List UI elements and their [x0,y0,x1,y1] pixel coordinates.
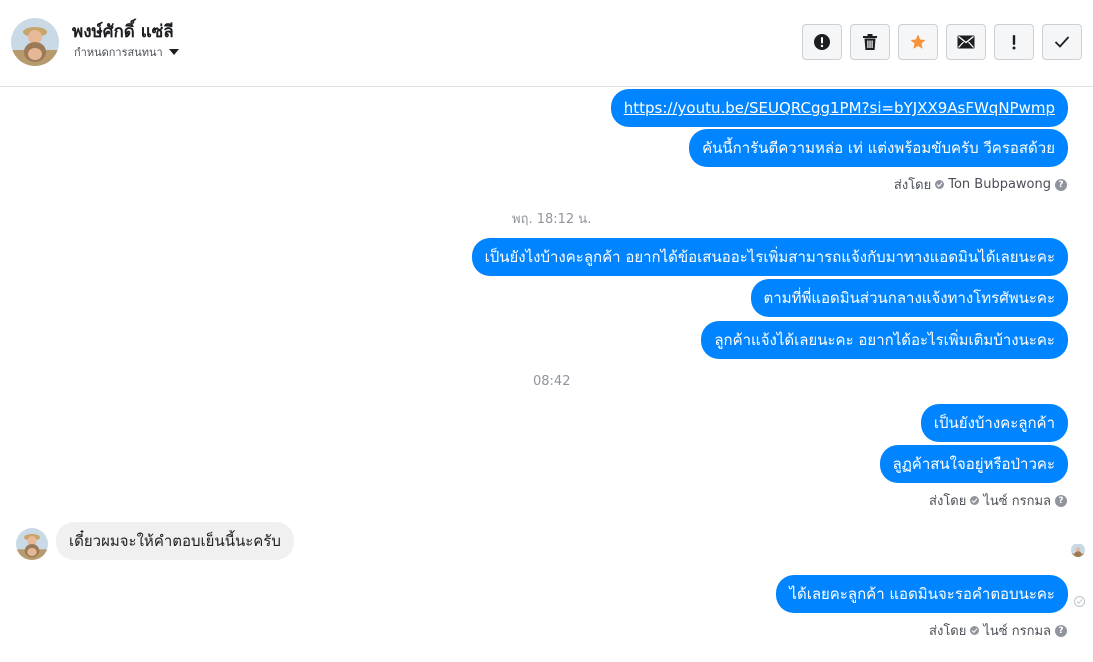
outgoing-message[interactable]: คันนี้การันตีความหล่อ เท่ แต่งพร้อมขับคร… [689,129,1068,167]
timestamp: 08:42 [533,374,571,389]
help-icon[interactable]: ? [1055,494,1067,507]
delete-button[interactable] [850,24,890,60]
conversation-toolbar [802,24,1082,60]
checkmark-icon [1054,36,1070,48]
sent-by-label: ส่งโดย ไนซ์ กรกมล ? [929,490,1067,511]
outgoing-message[interactable]: ลูกค้าแจ้งได้เลยนะคะ อยากได้อะไรเพิ่มเติ… [701,321,1068,359]
assign-label: กำหนดการสนทนา [74,46,163,59]
outgoing-message[interactable]: ตามที่พี่แอดมินส่วนกลางแจ้งทางโทรศัพนะคะ [750,279,1068,317]
seen-avatar [1071,543,1085,557]
conversation-header: พงษ์ศักดิ์ แซ่ลี กำหนดการสนทนา [0,0,1093,87]
agent-name: ไนซ์ กรกมล [983,494,1051,509]
agent-name: ไนซ์ กรกมล [983,624,1051,639]
outgoing-message[interactable]: เป็นยังไงบ้างคะลูกค้า อยากได้ข้อเสนออะไร… [471,238,1068,276]
help-icon[interactable]: ? [1055,178,1067,191]
caret-down-icon [168,49,179,55]
sent-status-icon [1074,596,1085,607]
outgoing-message[interactable]: https://youtu.be/SEUQRCgg1PM?si=bYJXX9As… [610,89,1068,127]
verified-icon [970,496,980,505]
verified-icon [935,180,945,189]
contact-name: พงษ์ศักดิ์ แซ่ลี [72,22,174,42]
follow-up-button[interactable] [994,24,1034,60]
exclamation-icon [1012,35,1016,50]
mark-done-button[interactable] [1042,24,1082,60]
outgoing-message[interactable]: เป็นยังบ้างคะลูกค้า [920,404,1068,442]
incoming-message[interactable]: เดี๋ยวผมจะให้คำตอบเย็นนี้นะครับ [56,522,294,560]
assign-conversation-dropdown[interactable]: กำหนดการสนทนา [74,43,179,61]
verified-icon [970,626,980,635]
star-button[interactable] [898,24,938,60]
message-link[interactable]: https://youtu.be/SEUQRCgg1PM?si=bYJXX9As… [624,99,1055,117]
mark-unread-button[interactable] [946,24,986,60]
help-icon[interactable]: ? [1055,624,1067,637]
contact-avatar-small [16,528,48,560]
envelope-icon [957,35,975,49]
outgoing-message[interactable]: ได้เลยคะลูกค้า แอดมินจะรอคำตอบนะคะ [776,575,1068,613]
star-icon [910,34,926,49]
alert-circle-icon [814,34,830,50]
trash-icon [863,34,877,50]
report-spam-button[interactable] [802,24,842,60]
outgoing-message[interactable]: ลูฏค้าสนใจอยู่หรือป่าวคะ [879,445,1068,483]
sent-by-label: ส่งโดย Ton Bubpawong ? [894,174,1067,195]
contact-avatar[interactable] [11,18,59,66]
timestamp: พฤ. 18:12 น. [512,212,592,227]
sent-by-label: ส่งโดย ไนซ์ กรกมล ? [929,620,1067,641]
agent-name: Ton Bubpawong [948,177,1051,192]
